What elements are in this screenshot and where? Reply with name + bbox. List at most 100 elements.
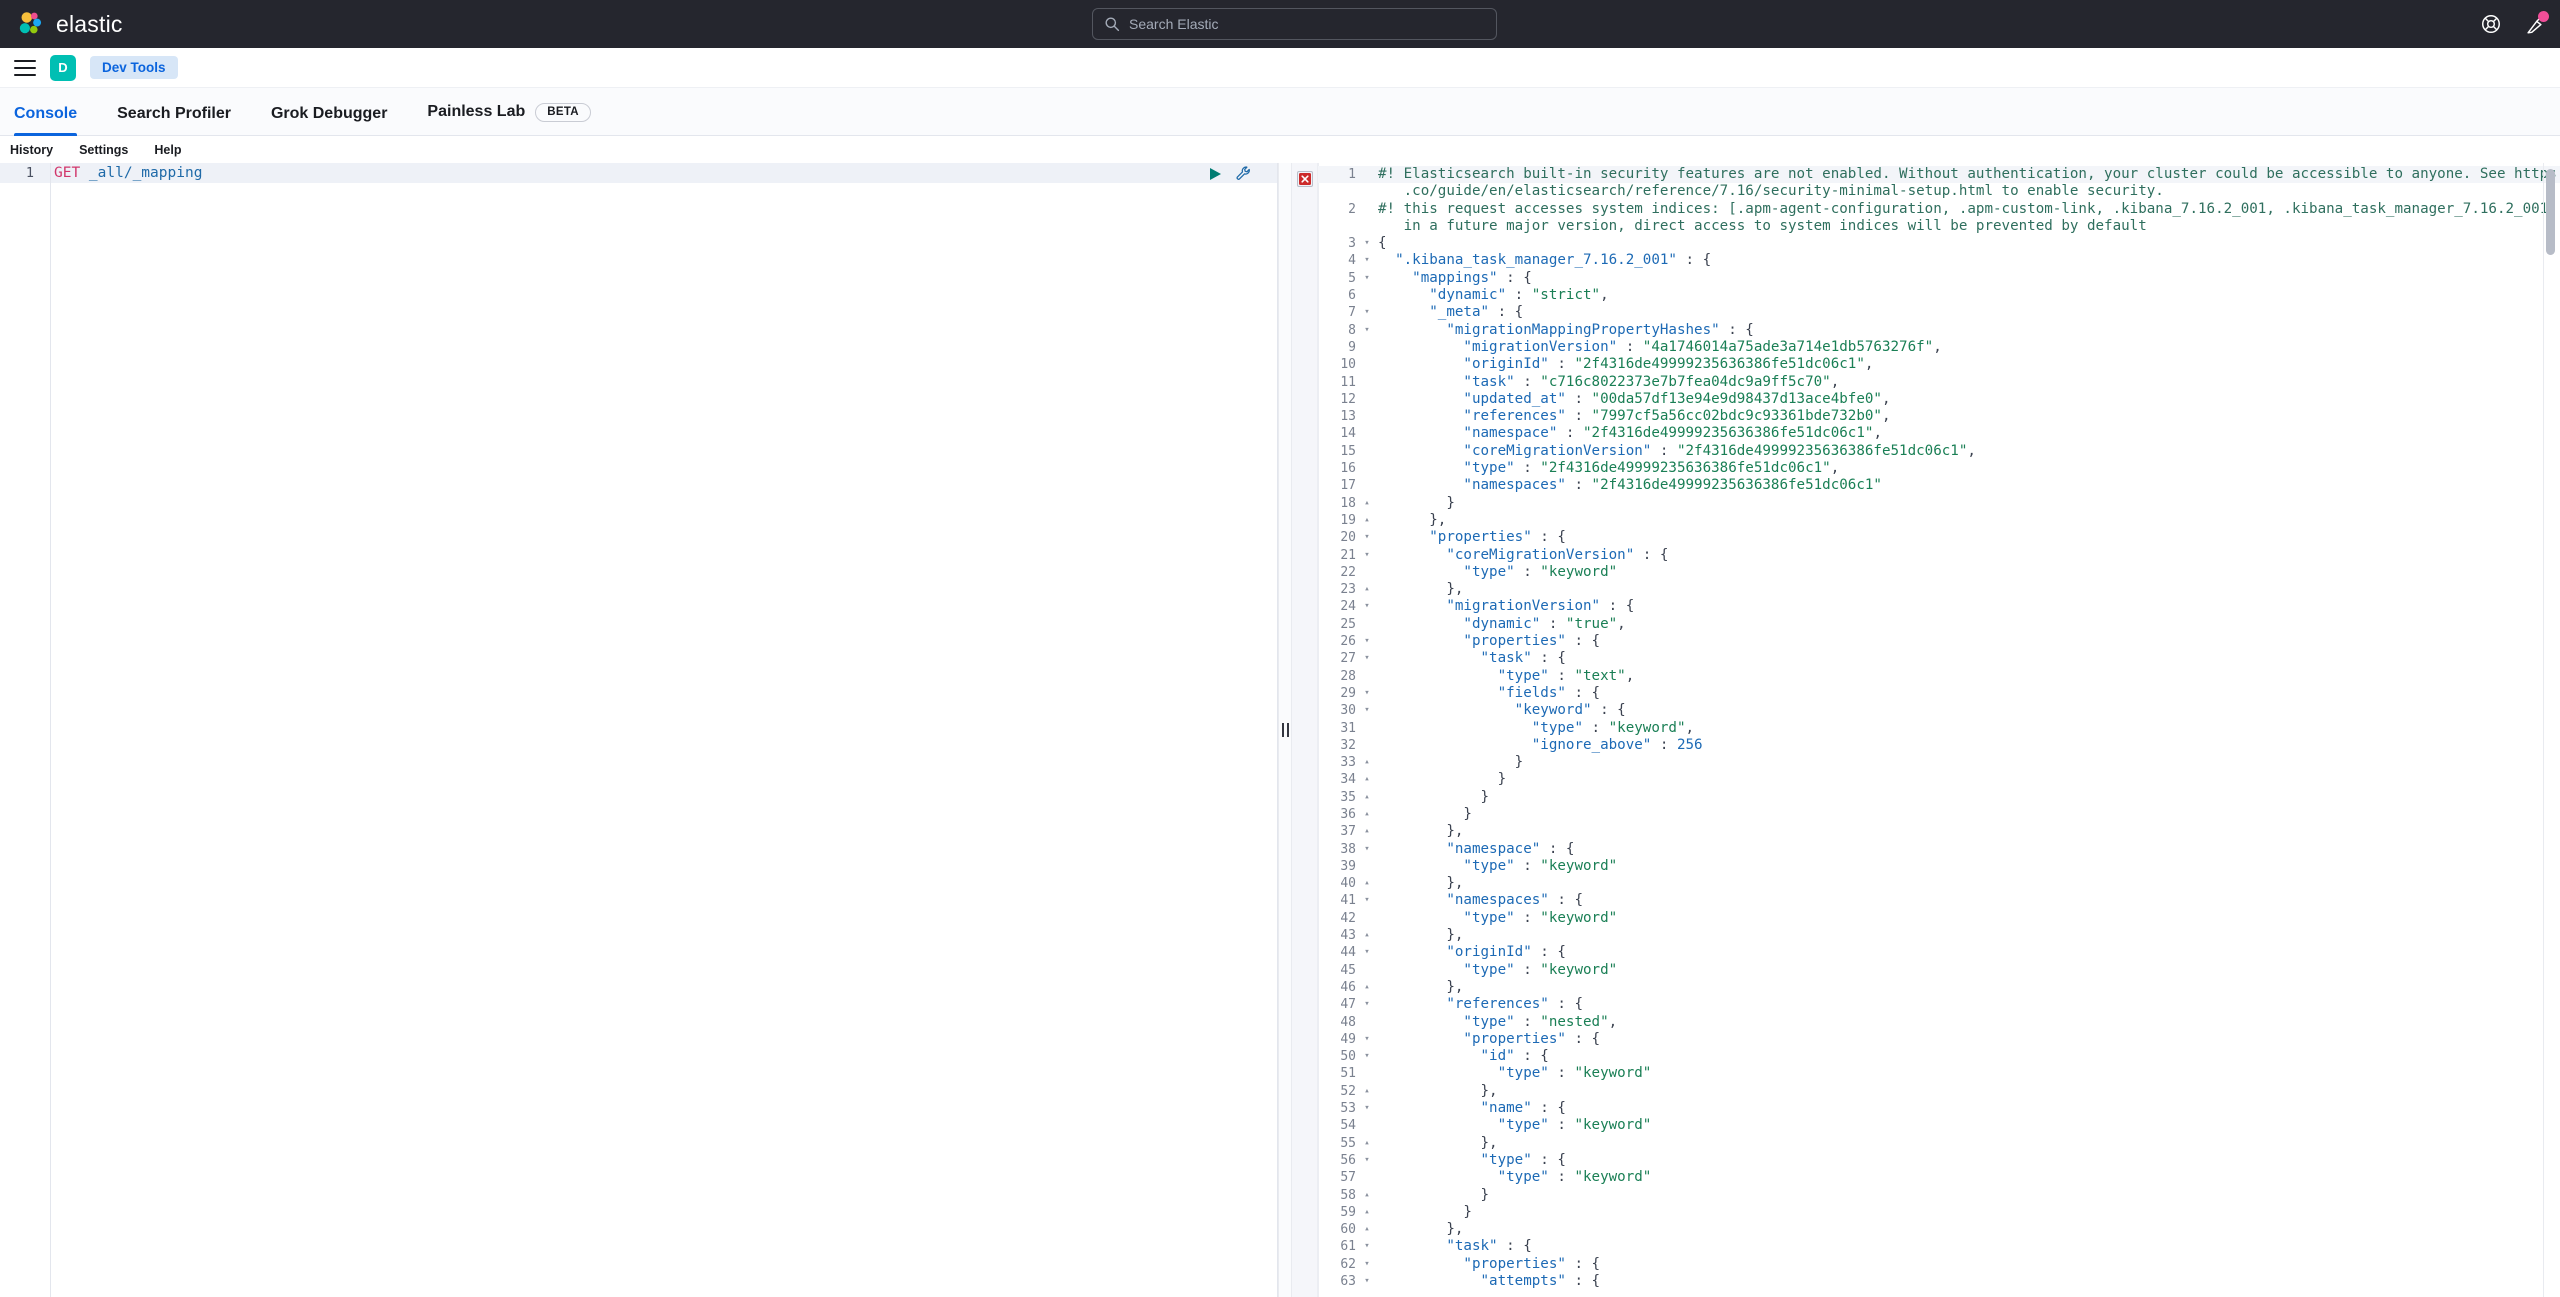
request-line-empty[interactable] — [0, 183, 1277, 203]
response-line[interactable]: 6 "dynamic" : "strict", — [1318, 287, 2560, 304]
response-line[interactable]: 11 "task" : "c716c8022373e7b7fea04dc9a9f… — [1318, 374, 2560, 391]
fold-toggle-icon[interactable]: ▾ — [1360, 702, 1374, 719]
search-input[interactable] — [1092, 8, 1497, 40]
fold-toggle-icon[interactable]: ▾ — [1360, 1048, 1374, 1065]
request-line-empty[interactable] — [0, 823, 1277, 843]
fold-toggle-icon[interactable]: ▾ — [1360, 322, 1374, 339]
response-line[interactable]: 36 ▴ } — [1318, 806, 2560, 823]
response-line[interactable]: 31 "type" : "keyword", — [1318, 720, 2560, 737]
response-line[interactable]: 22 "type" : "keyword" — [1318, 564, 2560, 581]
request-line-empty[interactable] — [0, 603, 1277, 623]
tab-search-profiler[interactable]: Search Profiler — [117, 106, 249, 135]
request-line-empty[interactable] — [0, 563, 1277, 583]
fold-toggle-icon[interactable]: ▾ — [1360, 1273, 1374, 1290]
fold-toggle-icon[interactable]: ▾ — [1360, 841, 1374, 858]
response-line[interactable]: 39 "type" : "keyword" — [1318, 858, 2560, 875]
request-line-empty[interactable] — [0, 303, 1277, 323]
response-line[interactable]: 9 "migrationVersion" : "4a1746014a75ade3… — [1318, 339, 2560, 356]
settings-button[interactable]: Settings — [79, 143, 142, 157]
response-code-area[interactable]: 1 #! Elasticsearch built-in security feat… — [1318, 163, 2560, 1297]
fold-toggle-icon[interactable]: ▴ — [1360, 1204, 1374, 1221]
fold-toggle-icon[interactable]: ▴ — [1360, 771, 1374, 788]
response-line[interactable]: 29 ▾ "fields" : { — [1318, 685, 2560, 702]
request-line-empty[interactable] — [0, 203, 1277, 223]
response-line[interactable]: 18 ▴ } — [1318, 495, 2560, 512]
response-line[interactable]: 56 ▾ "type" : { — [1318, 1152, 2560, 1169]
response-line[interactable]: 62 ▾ "properties" : { — [1318, 1256, 2560, 1273]
response-line[interactable]: 54 "type" : "keyword" — [1318, 1117, 2560, 1134]
response-line[interactable]: 41 ▾ "namespaces" : { — [1318, 892, 2560, 909]
history-button[interactable]: History — [10, 143, 67, 157]
response-line[interactable]: 10 "originId" : "2f4316de49999235636386f… — [1318, 356, 2560, 373]
response-line[interactable]: 2 #! this request accesses system indices… — [1318, 201, 2560, 218]
request-line-empty[interactable] — [0, 1143, 1277, 1163]
response-line[interactable]: 60 ▴ }, — [1318, 1221, 2560, 1238]
request-line-empty[interactable] — [0, 1103, 1277, 1123]
request-line-empty[interactable] — [0, 383, 1277, 403]
request-line-empty[interactable] — [0, 783, 1277, 803]
response-line[interactable]: 7 ▾ "_meta" : { — [1318, 304, 2560, 321]
response-line[interactable]: 13 "references" : "7997cf5a56cc02bdc9c93… — [1318, 408, 2560, 425]
global-search[interactable] — [1092, 8, 1497, 40]
response-line[interactable]: 40 ▴ }, — [1318, 875, 2560, 892]
request-line-empty[interactable] — [0, 363, 1277, 383]
request-line-empty[interactable] — [0, 523, 1277, 543]
help-lifebuoy-icon[interactable] — [2480, 13, 2502, 35]
breadcrumb-item-dev-tools[interactable]: Dev Tools — [90, 56, 178, 79]
request-line-empty[interactable] — [0, 1283, 1277, 1297]
response-line[interactable]: 45 "type" : "keyword" — [1318, 962, 2560, 979]
fold-toggle-icon[interactable]: ▾ — [1360, 547, 1374, 564]
fold-toggle-icon[interactable]: ▴ — [1360, 979, 1374, 996]
response-pane[interactable]: 200 - OK 88 ms 1#! Elasticsearch built-i… — [1292, 163, 2560, 1297]
request-line-empty[interactable] — [0, 1163, 1277, 1183]
request-line-empty[interactable] — [0, 883, 1277, 903]
response-line[interactable]: 14 "namespace" : "2f4316de49999235636386… — [1318, 425, 2560, 442]
fold-toggle-icon[interactable]: ▾ — [1360, 1031, 1374, 1048]
response-line[interactable]: 46 ▴ }, — [1318, 979, 2560, 996]
response-line[interactable]: 52 ▴ }, — [1318, 1083, 2560, 1100]
error-x-icon[interactable] — [1297, 171, 1313, 187]
help-button[interactable]: Help — [154, 143, 195, 157]
response-line[interactable]: 25 "dynamic" : "true", — [1318, 616, 2560, 633]
request-line-empty[interactable] — [0, 503, 1277, 523]
response-line[interactable]: 19 ▴ }, — [1318, 512, 2560, 529]
wrench-settings-icon[interactable] — [1235, 165, 1253, 183]
request-line-empty[interactable] — [0, 403, 1277, 423]
fold-toggle-icon[interactable]: ▴ — [1360, 789, 1374, 806]
request-line-empty[interactable] — [0, 863, 1277, 883]
fold-toggle-icon[interactable]: ▴ — [1360, 1187, 1374, 1204]
request-line-empty[interactable] — [0, 1183, 1277, 1203]
fold-toggle-icon[interactable]: ▾ — [1360, 996, 1374, 1013]
response-scrollbar[interactable] — [2546, 165, 2558, 1295]
fold-toggle-icon[interactable]: ▾ — [1360, 892, 1374, 909]
request-line-empty[interactable] — [0, 583, 1277, 603]
response-line[interactable]: 4 ▾ ".kibana_task_manager_7.16.2_001" : { — [1318, 252, 2560, 269]
response-line[interactable]: 63 ▾ "attempts" : { — [1318, 1273, 2560, 1290]
request-line-empty[interactable] — [0, 1063, 1277, 1083]
response-line[interactable]: 24 ▾ "migrationVersion" : { — [1318, 598, 2560, 615]
request-line-empty[interactable] — [0, 963, 1277, 983]
fold-toggle-icon[interactable]: ▾ — [1360, 650, 1374, 667]
fold-toggle-icon[interactable]: ▾ — [1360, 304, 1374, 321]
response-line[interactable]: 47 ▾ "references" : { — [1318, 996, 2560, 1013]
fold-toggle-icon[interactable]: ▴ — [1360, 823, 1374, 840]
request-line-empty[interactable] — [0, 643, 1277, 663]
fold-toggle-icon[interactable]: ▴ — [1360, 581, 1374, 598]
panel-resize-handle[interactable] — [1278, 163, 1292, 1297]
request-line-empty[interactable] — [0, 263, 1277, 283]
fold-toggle-icon[interactable]: ▴ — [1360, 1135, 1374, 1152]
space-avatar[interactable]: D — [50, 54, 76, 81]
response-line[interactable]: 51 "type" : "keyword" — [1318, 1065, 2560, 1082]
response-line[interactable]: 3 ▾{ — [1318, 235, 2560, 252]
request-line-empty[interactable] — [0, 663, 1277, 683]
fold-toggle-icon[interactable]: ▴ — [1360, 1221, 1374, 1238]
response-line[interactable]: 20 ▾ "properties" : { — [1318, 529, 2560, 546]
fold-toggle-icon[interactable]: ▾ — [1360, 1152, 1374, 1169]
request-line-empty[interactable] — [0, 983, 1277, 1003]
response-line[interactable]: 49 ▾ "properties" : { — [1318, 1031, 2560, 1048]
request-line-empty[interactable] — [0, 283, 1277, 303]
request-line-empty[interactable] — [0, 703, 1277, 723]
response-line[interactable]: 5 ▾ "mappings" : { — [1318, 270, 2560, 287]
response-line[interactable]: 42 "type" : "keyword" — [1318, 910, 2560, 927]
response-line[interactable]: 58 ▴ } — [1318, 1187, 2560, 1204]
